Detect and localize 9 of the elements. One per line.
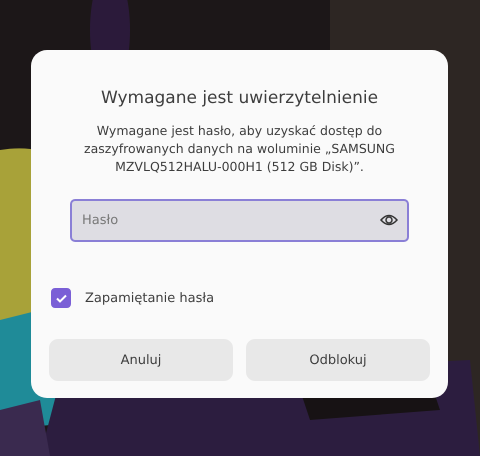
unlock-button[interactable]: Odblokuj — [246, 339, 430, 381]
dialog-title: Wymagane jest uwierzytelnienie — [100, 88, 378, 108]
dialog-message: Wymagane jest hasło, aby uzyskać dostęp do zaszyfrowanych danych na woluminie „SAMSUNG MZVLQ512HALU-000H1 (512 GB Disk)”. — [83, 122, 396, 176]
check-icon — [56, 294, 66, 302]
cancel-button[interactable]: Anuluj — [49, 339, 233, 381]
remember-label: Zapamiętanie hasła — [85, 290, 214, 306]
password-field[interactable]: Hasło — [70, 199, 409, 242]
remember-checkbox[interactable] — [51, 288, 71, 308]
eye-icon[interactable] — [380, 214, 398, 226]
